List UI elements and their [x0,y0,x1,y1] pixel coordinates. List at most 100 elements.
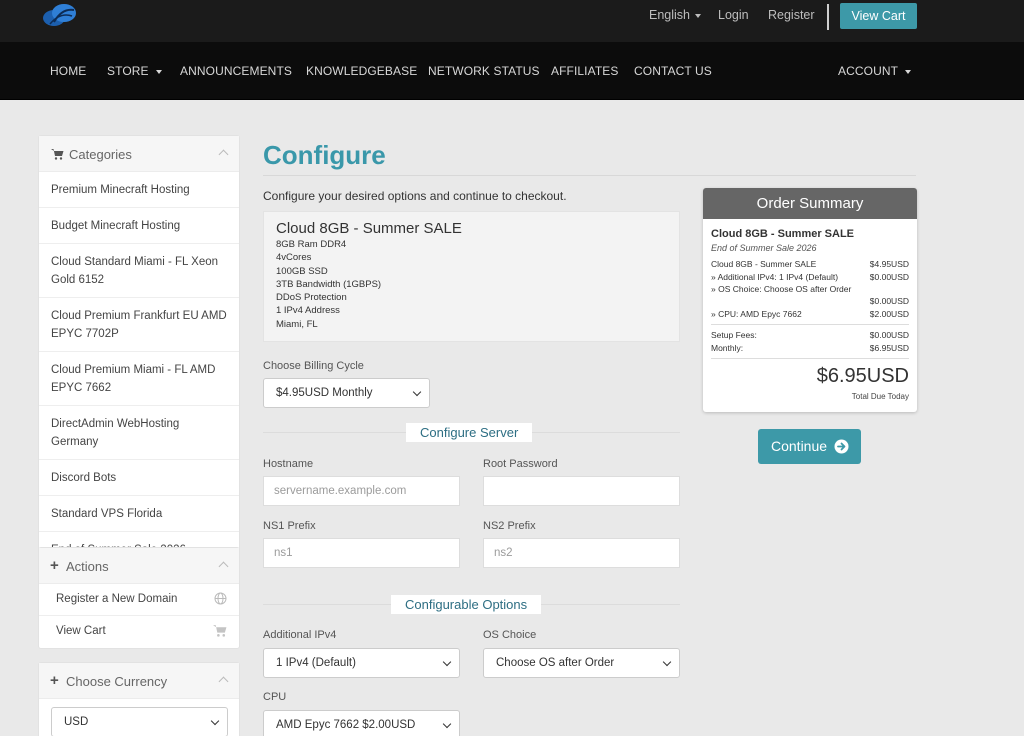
billing-cycle-value: $4.95USD Monthly [276,387,373,399]
category-item[interactable]: Discord Bots [39,460,239,496]
categories-header[interactable]: Categories [39,136,239,172]
page-title: Configure [263,140,386,170]
root-password-input[interactable] [483,476,680,506]
chevron-down-icon [442,719,452,729]
feature-item: 100GB SSD [276,265,328,277]
caret-down-icon [695,13,701,18]
categories-panel: Categories Premium Minecraft Hosting Bud… [38,135,240,568]
product-features: 8GB Ram DDR4 4vCores 100GB SSD 3TB Bandw… [276,238,381,331]
top-bar: English Login Register View Cart [0,0,1024,42]
billing-cycle-label: Choose Billing Cycle [263,360,364,372]
total-due-label: Total Due Today [851,392,909,401]
product-name: Cloud 8GB - Summer SALE [276,220,462,237]
ns2-label: NS2 Prefix [483,520,536,532]
feature-item: 4vCores [276,252,312,264]
os-choice-select[interactable]: Choose OS after Order [483,648,680,678]
language-dropdown[interactable]: English [649,8,701,22]
language-label: English [649,8,690,22]
chevron-up-icon[interactable] [218,561,229,572]
register-link[interactable]: Register [768,8,815,22]
category-item[interactable]: Cloud Premium Frankfurt EU AMD EPYC 7702… [39,298,239,352]
nav-store-label: STORE [107,64,149,78]
categories-title: Categories [69,147,132,162]
total-due-amount: $6.95USD [816,365,909,387]
summary-product-name: Cloud 8GB - Summer SALE [711,228,855,240]
summary-line-price: $0.00USD [869,296,909,306]
os-choice-label: OS Choice [483,629,537,641]
nav-home[interactable]: HOME [50,64,86,78]
summary-line-price: $4.95USD [869,259,909,269]
cloud-logo-icon[interactable] [40,2,78,28]
ns2-input[interactable]: ns2 [483,538,680,568]
shopping-cart-icon [213,625,227,637]
category-item[interactable]: Standard VPS Florida [39,496,239,532]
nav-store[interactable]: STORE [107,64,162,78]
ns1-input[interactable]: ns1 [263,538,460,568]
nav-account[interactable]: ACCOUNT [838,64,912,78]
action-label: View Cart [56,625,106,637]
nav-account-label: ACCOUNT [838,64,899,78]
summary-line-label: » Additional IPv4: 1 IPv4 (Default) [711,272,839,282]
category-item[interactable]: Cloud Premium Miami - FL AMD EPYC 7662 [39,352,239,406]
chevron-down-icon [442,657,452,667]
hostname-placeholder: servername.example.com [274,485,407,497]
feature-item: Miami, FL [276,318,318,330]
setup-fees-line: Setup Fees: $0.00USD [711,330,909,340]
login-link[interactable]: Login [718,8,749,22]
chevron-down-icon [412,387,422,397]
continue-button[interactable]: Continue [758,429,861,464]
caret-down-icon [905,69,912,74]
register-domain-action[interactable]: Register a New Domain [39,584,239,616]
currency-select[interactable]: USD [51,707,228,736]
continue-label: Continue [771,438,828,454]
product-info: Cloud 8GB - Summer SALE 8GB Ram DDR4 4vC… [263,211,680,342]
main-nav: HOME STORE ANNOUNCEMENTS KNOWLEDGEBASE N… [0,42,1024,100]
currency-title: Choose Currency [66,674,168,689]
nav-contact-us[interactable]: CONTACT US [634,64,712,78]
currency-header[interactable]: + Choose Currency [39,663,239,699]
actions-header[interactable]: + Actions [39,548,239,584]
root-password-label: Root Password [483,458,558,470]
view-cart-action[interactable]: View Cart [39,616,239,648]
currency-panel: + Choose Currency USD [38,662,240,736]
chevron-up-icon[interactable] [218,676,229,687]
arrow-circle-right-icon [834,439,849,454]
feature-item: 8GB Ram DDR4 [276,239,347,250]
summary-line: Cloud 8GB - Summer SALE $4.95USD [711,259,909,269]
summary-line-price: $0.00USD [869,272,909,282]
category-item[interactable]: Budget Minecraft Hosting [39,208,239,244]
feature-item: 1 IPv4 Address [276,305,340,317]
cpu-select[interactable]: AMD Epyc 7662 $2.00USD [263,710,460,736]
cpu-label: CPU [263,691,287,703]
summary-line: » Additional IPv4: 1 IPv4 (Default) $0.0… [711,272,909,282]
chevron-up-icon[interactable] [218,149,229,160]
hostname-input[interactable]: servername.example.com [263,476,460,506]
ipv4-select[interactable]: 1 IPv4 (Default) [263,648,460,678]
summary-line: » CPU: AMD Epyc 7662 $2.00USD [711,309,909,319]
plus-icon: + [50,557,59,574]
category-item[interactable]: Premium Minecraft Hosting [39,172,239,208]
summary-line-label: Cloud 8GB - Summer SALE [711,259,817,269]
view-cart-button[interactable]: View Cart [840,3,917,29]
nav-network-status[interactable]: NETWORK STATUS [428,64,540,78]
category-item[interactable]: Cloud Standard Miami - FL Xeon Gold 6152 [39,244,239,298]
nav-announcements[interactable]: ANNOUNCEMENTS [180,64,292,78]
caret-down-icon [155,69,162,74]
summary-divider [711,324,909,325]
globe-icon [214,592,227,605]
plus-icon: + [50,672,59,689]
cpu-value: AMD Epyc 7662 $2.00USD [276,719,416,731]
category-item[interactable]: DirectAdmin WebHosting Germany [39,406,239,460]
nav-affiliates[interactable]: AFFILIATES [551,64,618,78]
chevron-down-icon [210,716,220,726]
summary-divider [711,358,909,359]
billing-cycle-select[interactable]: $4.95USD Monthly [263,378,430,408]
hostname-label: Hostname [263,458,314,470]
feature-item: 3TB Bandwidth (1GBPS) [276,278,382,290]
ns1-placeholder: ns1 [274,547,293,559]
nav-knowledgebase[interactable]: KNOWLEDGEBASE [306,64,417,78]
ns1-label: NS1 Prefix [263,520,316,532]
summary-line-label: » OS Choice: Choose OS after Order [711,284,852,294]
monthly-line: Monthly: $6.95USD [711,343,909,353]
ipv4-label: Additional IPv4 [263,629,337,641]
